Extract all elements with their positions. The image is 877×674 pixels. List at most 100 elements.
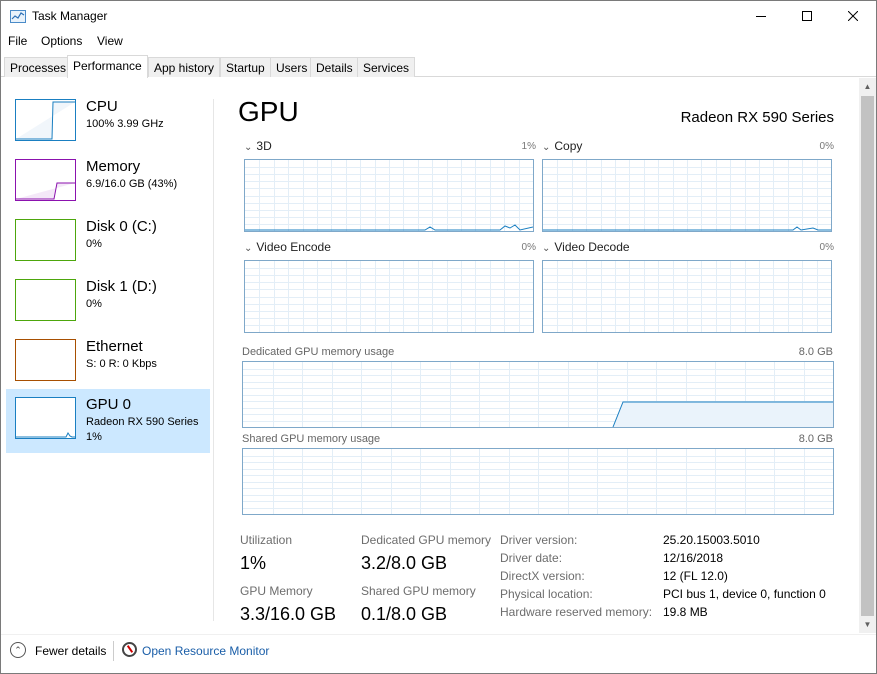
close-icon xyxy=(848,11,858,21)
title-bar[interactable]: Task Manager xyxy=(1,1,876,31)
reserved-memory-label: Hardware reserved memory: xyxy=(500,605,653,619)
menu-view[interactable]: View xyxy=(97,34,123,48)
graph-copy xyxy=(542,159,832,232)
directx-version-label: DirectX version: xyxy=(500,569,585,583)
tab-startup[interactable]: Startup xyxy=(220,57,271,77)
window-title: Task Manager xyxy=(32,9,108,23)
graph-grid xyxy=(543,261,831,332)
dedicated-memory-label: Dedicated GPU memory usage xyxy=(242,346,395,358)
close-button[interactable] xyxy=(830,1,876,31)
maximize-button[interactable] xyxy=(784,1,830,31)
gpu0-thumbnail xyxy=(15,397,76,439)
chevron-down-icon: ⌄ xyxy=(244,243,253,254)
engine-label: Video Encode xyxy=(256,240,331,254)
memory-thumbnail xyxy=(15,159,76,201)
tab-performance[interactable]: Performance xyxy=(67,55,148,78)
graph-video-decode xyxy=(542,260,832,333)
engine-pct: 0% xyxy=(521,242,536,253)
sidebar-item-ethernet[interactable]: Ethernet S: 0 R: 0 Kbps xyxy=(6,331,210,395)
shared-memory-label: Shared GPU memory usage xyxy=(242,433,381,445)
footer-divider xyxy=(113,641,114,661)
physical-location-value: PCI bus 1, device 0, function 0 xyxy=(663,587,826,601)
menu-options[interactable]: Options xyxy=(41,34,82,48)
shared-gpu-memory-label: Shared GPU memory xyxy=(361,584,476,598)
engine-selector-video-decode[interactable]: ⌄ Video Decode xyxy=(542,240,630,254)
engine-selector-3d[interactable]: ⌄ 3D xyxy=(244,139,272,153)
graph-shared-memory xyxy=(242,448,834,515)
engine-label: Video Decode xyxy=(554,240,630,254)
gpu-memory-value: 3.3/16.0 GB xyxy=(240,604,337,624)
page-title: GPU xyxy=(238,96,299,127)
sidebar-item-memory[interactable]: Memory 6.9/16.0 GB (43%) xyxy=(6,151,210,215)
driver-version-label: Driver version: xyxy=(500,533,578,547)
dedicated-memory-max: 8.0 GB xyxy=(798,346,833,358)
task-manager-icon xyxy=(10,10,26,23)
fewer-details-button[interactable]: Fewer details xyxy=(35,644,106,658)
sidebar-item-name: Ethernet xyxy=(86,338,143,355)
tab-details[interactable]: Details xyxy=(310,57,359,77)
sidebar-item-name: CPU xyxy=(86,98,118,115)
engine-pct: 0% xyxy=(819,141,834,152)
dedicated-gpu-memory-label: Dedicated GPU memory xyxy=(361,533,492,547)
scroll-down-icon[interactable]: ▼ xyxy=(859,616,876,633)
tab-services[interactable]: Services xyxy=(357,57,416,77)
tab-app-history[interactable]: App history xyxy=(148,57,221,77)
sidebar-item-detail: S: 0 R: 0 Kbps xyxy=(86,358,157,370)
scroll-up-icon[interactable]: ▲ xyxy=(859,78,876,95)
shared-gpu-memory-value: 0.1/8.0 GB xyxy=(361,604,448,624)
driver-date-value: 12/16/2018 xyxy=(663,551,724,565)
minimize-icon xyxy=(756,16,766,17)
chevron-up-icon[interactable]: ⌃ xyxy=(10,642,26,658)
trace-copy xyxy=(543,226,831,231)
engine-pct: 1% xyxy=(521,141,536,152)
resource-monitor-icon[interactable] xyxy=(122,642,137,657)
trace-dedicated-memory xyxy=(612,401,833,427)
engine-selector-copy[interactable]: ⌄ Copy xyxy=(542,139,582,153)
sidebar-item-name: Memory xyxy=(86,158,141,175)
maximize-icon xyxy=(802,11,812,21)
graph-video-encode xyxy=(244,260,534,333)
driver-date-label: Driver date: xyxy=(500,551,563,565)
vertical-scrollbar[interactable]: ▲ ▼ xyxy=(859,78,876,633)
disk0-thumbnail xyxy=(15,219,76,261)
graph-dedicated-memory xyxy=(242,361,834,428)
sidebar-item-usage: 1% xyxy=(86,431,102,443)
engine-label: 3D xyxy=(256,139,272,153)
gpu-memory-label: GPU Memory xyxy=(240,584,313,598)
chevron-down-icon: ⌄ xyxy=(542,243,551,254)
sidebar-item-gpu0[interactable]: GPU 0 Radeon RX 590 Series 1% xyxy=(6,389,210,453)
sidebar-item-disk0[interactable]: Disk 0 (C:) 0% xyxy=(6,211,210,275)
menu-file[interactable]: File xyxy=(8,34,27,48)
utilization-label: Utilization xyxy=(240,533,293,547)
minimize-button[interactable] xyxy=(738,1,784,31)
menu-bar: File Options View xyxy=(1,32,876,52)
shared-memory-max: 8.0 GB xyxy=(798,433,833,445)
disk1-thumbnail xyxy=(15,279,76,321)
sidebar-item-detail: 0% xyxy=(86,298,102,310)
driver-version-value: 25.20.15003.5010 xyxy=(663,533,760,547)
performance-sidebar: CPU 100% 3.99 GHz Memory 6.9/16.0 GB (43… xyxy=(1,78,215,633)
sidebar-item-detail: Radeon RX 590 Series xyxy=(86,416,199,428)
chevron-down-icon: ⌄ xyxy=(244,142,253,153)
chevron-down-icon: ⌄ xyxy=(542,142,551,153)
sidebar-item-detail: 0% xyxy=(86,238,102,250)
engine-pct: 0% xyxy=(819,242,834,253)
footer: ⌃ Fewer details Open Resource Monitor xyxy=(1,634,876,674)
cpu-thumbnail xyxy=(15,99,76,141)
tab-processes[interactable]: Processes xyxy=(4,57,73,77)
engine-selector-video-encode[interactable]: ⌄ Video Encode xyxy=(244,240,331,254)
tab-strip: Processes Performance App history Startu… xyxy=(1,55,876,78)
sidebar-divider xyxy=(213,99,214,621)
task-manager-window: Task Manager File Options View Processes… xyxy=(0,0,877,674)
graph-3d xyxy=(244,159,534,232)
ethernet-thumbnail xyxy=(15,339,76,381)
tab-users[interactable]: Users xyxy=(270,57,314,77)
open-resource-monitor-link[interactable]: Open Resource Monitor xyxy=(142,644,269,658)
dedicated-gpu-memory-value: 3.2/8.0 GB xyxy=(361,553,448,573)
trace-3d xyxy=(245,224,533,231)
directx-version-value: 12 (FL 12.0) xyxy=(663,569,728,583)
scroll-thumb[interactable] xyxy=(861,96,874,616)
engine-label: Copy xyxy=(554,139,583,153)
sidebar-item-disk1[interactable]: Disk 1 (D:) 0% xyxy=(6,271,210,335)
sidebar-item-cpu[interactable]: CPU 100% 3.99 GHz xyxy=(6,91,210,155)
